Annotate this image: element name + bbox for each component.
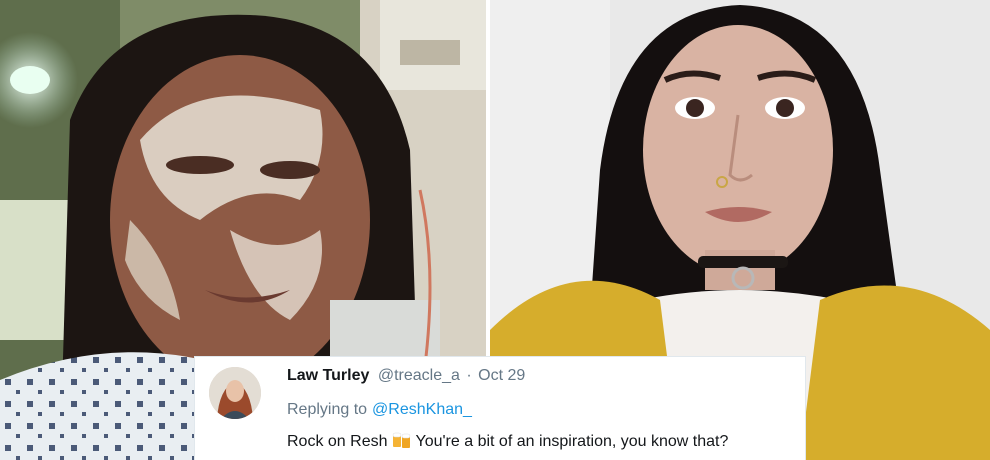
beer-mugs-icon	[392, 431, 412, 454]
avatar[interactable]	[209, 367, 261, 419]
tweet-date[interactable]: Oct 29	[478, 367, 525, 384]
tweet-text: Rock on Resh You're a bit of an inspirati…	[287, 431, 728, 454]
tweet-text-end: You're a bit of an inspiration, you know…	[415, 433, 729, 450]
replying-to-handle[interactable]: @ReshKhan_	[372, 401, 472, 418]
avatar-portrait-icon	[209, 367, 261, 419]
tweet-text-start: Rock on Resh	[287, 433, 388, 450]
tweet-header: Law Turley @treacle_a · Oct 29	[287, 367, 525, 385]
display-name[interactable]: Law Turley	[287, 367, 369, 384]
user-handle[interactable]: @treacle_a	[378, 367, 460, 384]
header-separator: ·	[466, 367, 472, 384]
replying-to: Replying to @ReshKhan_	[287, 401, 472, 419]
replying-to-label: Replying to	[287, 401, 368, 418]
tweet-card[interactable]: Law Turley @treacle_a · Oct 29 Replying …	[194, 356, 806, 460]
